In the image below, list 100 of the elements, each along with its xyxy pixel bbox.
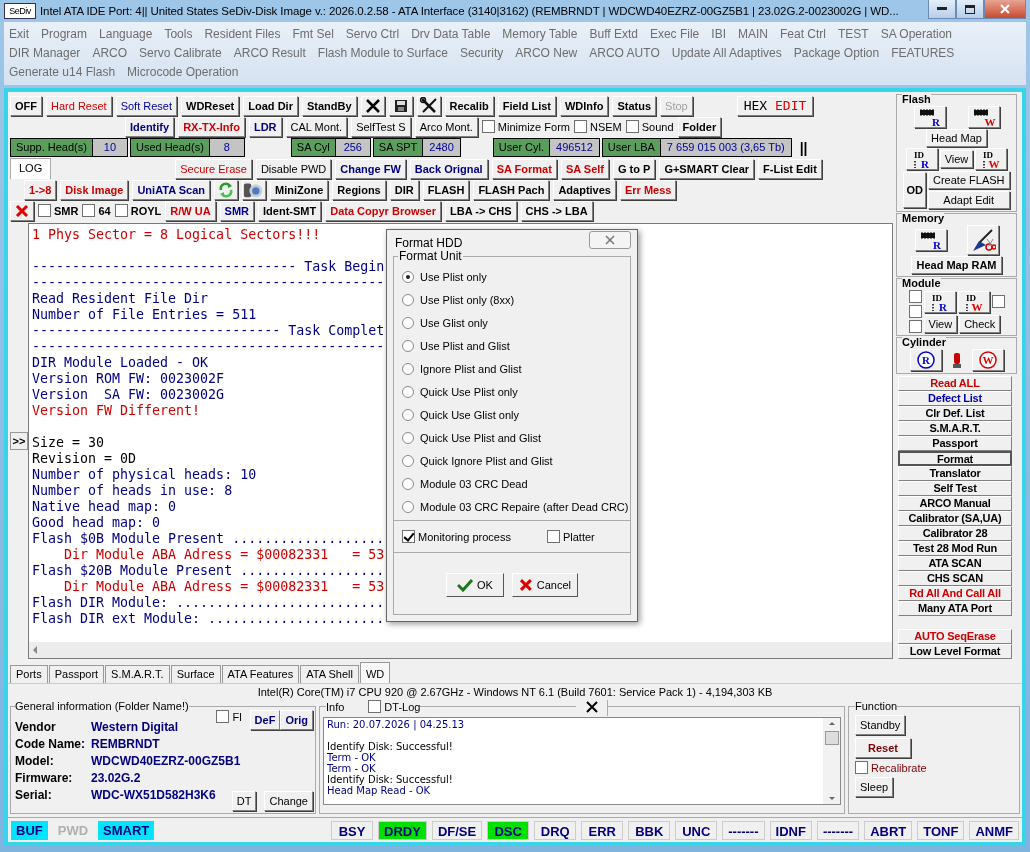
toolbar-button[interactable]: Ident-SMT: [258, 200, 322, 221]
radio-button[interactable]: [402, 454, 414, 467]
toolbar-button[interactable]: Head Map: [926, 129, 987, 147]
toolbar-button[interactable]: Create FLASH: [928, 171, 1010, 189]
menu-item[interactable]: Buff Extd: [589, 26, 638, 41]
toolbar-button[interactable]: Folder: [677, 116, 722, 137]
toolbar-button[interactable]: LDR: [248, 116, 282, 137]
side-button[interactable]: CHS SCAN: [898, 571, 1012, 586]
menu-item[interactable]: ARCO AUTO: [589, 45, 660, 60]
side-button[interactable]: Defect List: [898, 391, 1012, 406]
toolbar-button[interactable]: Arco Mont.: [414, 116, 478, 137]
side-button[interactable]: Calibrator 28: [898, 526, 1012, 541]
radio-button[interactable]: [402, 316, 414, 329]
cylinder-button[interactable]: R: [909, 349, 942, 371]
toolbar-button[interactable]: UniATA Scan: [132, 179, 211, 200]
toolbar-button[interactable]: CAL Mont.: [285, 116, 348, 137]
side-button[interactable]: Clr Def. List: [898, 406, 1012, 421]
tab[interactable]: ATA Shell: [300, 665, 359, 683]
checkbox[interactable]: [402, 530, 415, 543]
toolbar-button[interactable]: Adapt Edit: [928, 191, 1010, 209]
standby-button[interactable]: Standby: [855, 715, 906, 735]
side-button[interactable]: Low Level Format: [898, 644, 1012, 659]
toolbar-button[interactable]: F-List Edit: [758, 158, 822, 179]
menu-item[interactable]: Package Option: [793, 45, 880, 60]
menu-item[interactable]: ARCO Result: [233, 45, 306, 60]
radio-button[interactable]: [402, 362, 414, 375]
menu-item[interactable]: Servo Calibrate: [139, 45, 222, 60]
side-button[interactable]: Test 28 Mod Run: [898, 541, 1012, 556]
toolbar-button[interactable]: SelfTest S: [351, 116, 411, 137]
checkbox[interactable]: [908, 320, 922, 333]
menu-item[interactable]: IBI: [711, 26, 726, 41]
toolbar-button[interactable]: Head Map RAM: [911, 256, 1002, 274]
toolbar-button[interactable]: R/W UA: [165, 200, 216, 221]
toolbar-button[interactable]: Disk Image: [60, 179, 129, 200]
side-button[interactable]: S.M.A.R.T.: [898, 421, 1012, 436]
toolbar-button[interactable]: Change FW: [335, 158, 406, 179]
toolbar-button[interactable]: Orig: [280, 710, 313, 730]
menu-item[interactable]: Tools: [164, 26, 193, 41]
checkbox[interactable]: [573, 120, 587, 133]
toolbar-button[interactable]: Disable PWD: [255, 158, 332, 179]
checkbox[interactable]: [991, 295, 1005, 308]
toolbar-button[interactable]: Secure Erase: [175, 158, 252, 179]
toolbar-button[interactable]: Field List: [497, 95, 556, 116]
menu-item[interactable]: Fmt Sel: [292, 26, 334, 41]
menu-item[interactable]: Feat Ctrl: [779, 26, 826, 41]
toolbar-button[interactable]: RX-TX-Info: [178, 116, 245, 137]
radio-button[interactable]: [402, 270, 414, 283]
checkbox[interactable]: [546, 530, 560, 543]
toolbar-button[interactable]: Back Orignal: [409, 158, 488, 179]
tool-button[interactable]: [966, 225, 999, 255]
toolbar-button[interactable]: Data Copyr Browser: [325, 200, 441, 221]
toolbar-button[interactable]: LBA -> CHS: [445, 200, 517, 221]
tab[interactable]: Ports: [10, 665, 48, 683]
menu-item[interactable]: Exec File: [649, 26, 700, 41]
radio-button[interactable]: [402, 500, 414, 513]
menu-item[interactable]: Drv Data Table: [411, 26, 491, 41]
side-button[interactable]: Self Test: [898, 481, 1012, 496]
radio-button[interactable]: [402, 385, 414, 398]
menu-item[interactable]: FEATURES: [891, 45, 955, 60]
hex-edit-button[interactable]: HEX EDIT: [736, 95, 814, 116]
menu-item[interactable]: Language: [99, 26, 153, 41]
toolbar-button[interactable]: FLASH Pach: [473, 179, 550, 200]
toolbar-button[interactable]: View: [939, 150, 974, 168]
menu-item[interactable]: Update All Adaptives: [671, 45, 782, 60]
icon-button[interactable]: [214, 179, 239, 200]
cylinder-button[interactable]: W: [971, 349, 1004, 371]
side-button[interactable]: Format: [898, 451, 1012, 466]
checkbox[interactable]: [368, 700, 382, 713]
menu-item[interactable]: Exit: [9, 26, 29, 41]
toolbar-button[interactable]: StandBy: [301, 95, 357, 116]
toolbar-button[interactable]: MiniZone: [270, 179, 329, 200]
toolbar-button[interactable]: SMR: [219, 200, 255, 221]
toolbar-button[interactable]: WDInfo: [559, 95, 609, 116]
toolbar-button[interactable]: WDReset: [181, 95, 240, 116]
side-button[interactable]: ARCO Manual: [898, 496, 1012, 511]
menu-item[interactable]: TEST: [838, 26, 869, 41]
cancel-button[interactable]: Cancel: [512, 572, 578, 597]
checkbox[interactable]: [625, 120, 639, 133]
menu-item[interactable]: Memory Table: [502, 26, 578, 41]
menu-item[interactable]: ARCO New: [515, 45, 578, 60]
toolbar-button[interactable]: Soft Reset: [115, 95, 177, 116]
toolbar-button[interactable]: View: [923, 314, 958, 333]
toolbar-button[interactable]: Regions: [332, 179, 386, 200]
toolbar-button[interactable]: SA Self: [560, 158, 609, 179]
side-button[interactable]: Rd All And Call All: [898, 586, 1012, 601]
icon-button[interactable]: [416, 95, 441, 116]
toolbar-button[interactable]: DIR: [389, 179, 419, 200]
menu-item[interactable]: Resident Files: [204, 26, 281, 41]
checkbox[interactable]: [481, 120, 495, 133]
menu-item[interactable]: Program: [41, 26, 88, 41]
menu-item[interactable]: SA Operation: [880, 26, 953, 41]
checkbox[interactable]: [855, 761, 868, 774]
tab[interactable]: Surface: [170, 665, 221, 683]
toolbar-button[interactable]: Check: [959, 314, 1001, 333]
toolbar-button[interactable]: DT: [231, 791, 257, 811]
toolbar-button[interactable]: CHS -> LBA: [520, 200, 593, 221]
toolbar-button[interactable]: Err Mess: [619, 179, 677, 200]
menu-item[interactable]: ARCO: [92, 45, 128, 60]
side-button[interactable]: Passport: [898, 436, 1012, 451]
toolbar-button[interactable]: Change: [264, 791, 313, 811]
